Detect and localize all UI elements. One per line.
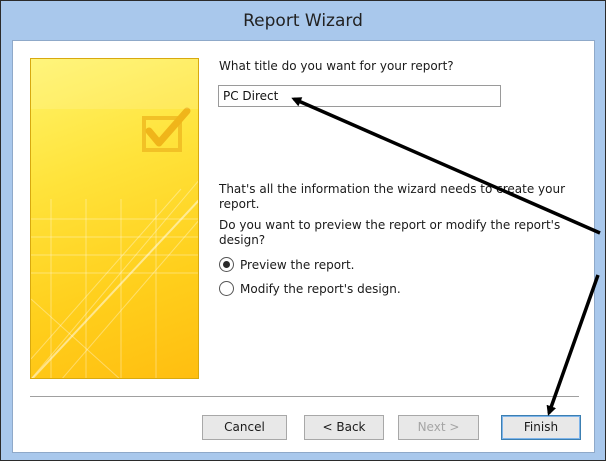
banner-artwork — [31, 59, 198, 378]
preview-radio-button[interactable] — [219, 257, 234, 272]
wizard-banner-image — [30, 58, 199, 379]
info-line-1: That's all the information the wizard ne… — [219, 182, 566, 196]
modify-radio-label[interactable]: Modify the report's design. — [240, 282, 401, 296]
finish-button[interactable]: Finish — [501, 415, 581, 440]
modify-radio-button[interactable] — [219, 281, 234, 296]
title-question-label: What title do you want for your report? — [219, 59, 454, 73]
info-line-2: report. — [219, 197, 260, 211]
preview-radio-label[interactable]: Preview the report. — [240, 258, 355, 272]
cancel-button[interactable]: Cancel — [202, 415, 287, 440]
option-preview-report[interactable]: Preview the report. — [219, 257, 355, 272]
next-button[interactable]: Next > — [398, 415, 479, 440]
window-title: Report Wizard — [243, 11, 363, 31]
button-separator-highlight — [30, 397, 579, 398]
back-button[interactable]: < Back — [304, 415, 384, 440]
option-modify-design[interactable]: Modify the report's design. — [219, 281, 401, 296]
wizard-client-area: What title do you want for your report? … — [12, 40, 595, 453]
report-title-input[interactable] — [218, 85, 501, 107]
report-wizard-window: Report Wizard What title do you want for… — [0, 0, 606, 461]
info-line-4: design? — [219, 233, 266, 247]
checkmark-icon — [142, 107, 191, 152]
info-line-3: Do you want to preview the report or mod… — [219, 218, 561, 232]
